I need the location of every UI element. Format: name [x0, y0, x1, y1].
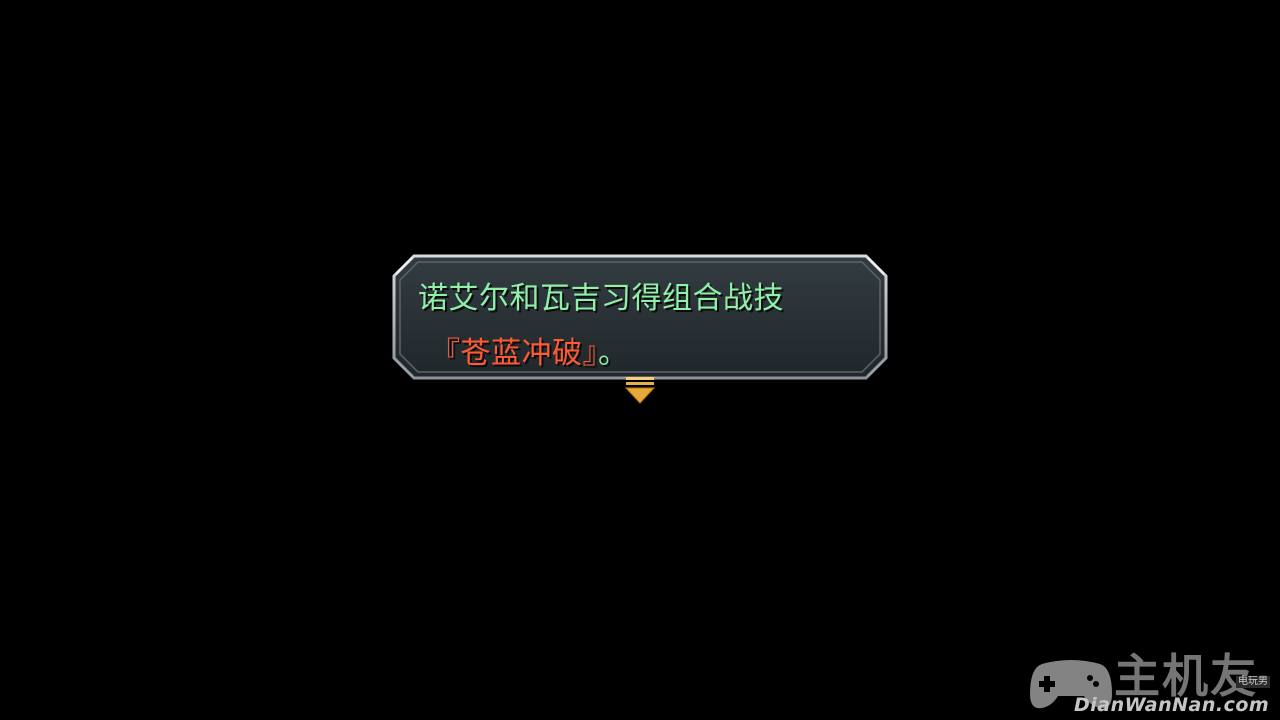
watermark-url: DianWanNan.com	[1074, 694, 1270, 716]
dialog-box[interactable]: 诺艾尔和瓦吉习得组合战技 『苍蓝冲破』。	[392, 254, 888, 380]
skill-bracket-close: 』	[582, 336, 598, 371]
sentence-end: 。	[598, 336, 629, 371]
watermark-small-text: 电玩男	[1236, 676, 1270, 688]
advance-arrow-icon[interactable]	[624, 375, 656, 405]
dialog-line-1: 诺艾尔和瓦吉习得组合战技	[418, 281, 784, 316]
watermark: 主机友 电玩男 DianWanNan.com	[1010, 648, 1278, 718]
dialog-line-2: 『苍蓝冲破』。	[430, 334, 629, 374]
skill-name: 苍蓝冲破	[460, 336, 583, 371]
skill-bracket-open: 『	[430, 336, 461, 371]
